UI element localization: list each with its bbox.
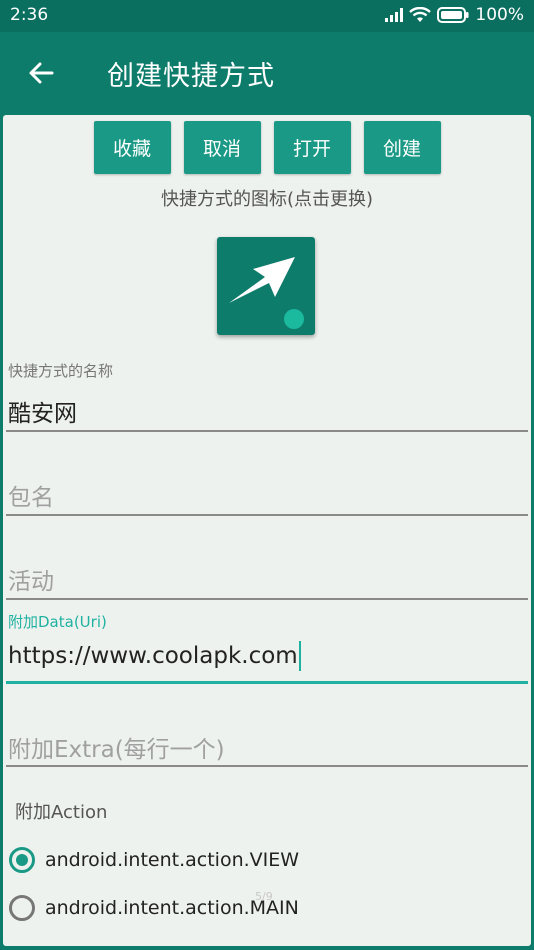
radio-unselected-icon[interactable] xyxy=(9,895,35,921)
action-label: 附加Action xyxy=(15,802,108,823)
extra-field[interactable]: 附加Extra(每行一个) xyxy=(6,722,528,772)
action-option-label: android.intent.action.VIEW xyxy=(45,849,300,871)
activity-field-placeholder[interactable]: 活动 xyxy=(8,562,54,596)
data-uri-field[interactable]: 附加Data(Uri) https://www.coolapk.com xyxy=(6,611,528,689)
status-bar: 2:36 100% xyxy=(0,0,534,32)
action-option-view[interactable]: android.intent.action.VIEW xyxy=(9,847,299,873)
icon-label: 快捷方式的图标(点击更换) xyxy=(160,189,374,210)
status-time: 2:36 xyxy=(10,5,49,25)
app-bar: 创建快捷方式 xyxy=(0,32,534,112)
activity-field[interactable]: 活动 xyxy=(6,555,528,605)
battery-percent: 100% xyxy=(475,5,524,25)
package-field-underline xyxy=(6,514,528,516)
data-uri-field-underline xyxy=(6,681,528,684)
activity-field-underline xyxy=(6,598,528,600)
cancel-button[interactable]: 取消 xyxy=(183,121,261,174)
page-title: 创建快捷方式 xyxy=(107,61,275,92)
status-icons: 100% xyxy=(385,5,524,25)
text-cursor xyxy=(298,641,301,671)
favorite-button[interactable]: 收藏 xyxy=(93,121,171,174)
name-field-value[interactable]: 酷安网 xyxy=(8,394,77,428)
open-button[interactable]: 打开 xyxy=(273,121,351,174)
data-uri-input[interactable]: https://www.coolapk.com xyxy=(8,641,301,671)
name-field[interactable]: 快捷方式的名称 酷安网 xyxy=(6,360,528,435)
name-field-label: 快捷方式的名称 xyxy=(8,362,114,380)
arrow-left-icon xyxy=(29,62,54,84)
extra-field-placeholder[interactable]: 附加Extra(每行一个) xyxy=(8,730,225,764)
action-buttons: 收藏 取消 打开 创建 xyxy=(3,121,531,174)
wifi-icon xyxy=(409,7,432,23)
package-field[interactable]: 包名 xyxy=(6,470,528,520)
create-button[interactable]: 创建 xyxy=(363,121,441,174)
package-field-placeholder[interactable]: 包名 xyxy=(8,478,54,512)
battery-icon xyxy=(437,7,469,23)
signal-icon xyxy=(385,8,404,22)
shortcut-icon-picker[interactable] xyxy=(217,237,315,335)
form-card: 收藏 取消 打开 创建 快捷方式的图标(点击更换) 快捷方式的名称 酷安网 包名… xyxy=(3,115,531,946)
data-uri-field-label: 附加Data(Uri) xyxy=(8,613,107,631)
page-indicator: 5/9 xyxy=(255,890,273,903)
data-uri-field-value[interactable]: https://www.coolapk.com xyxy=(8,643,298,669)
radio-selected-icon[interactable] xyxy=(9,847,35,873)
back-button[interactable] xyxy=(22,54,60,92)
extra-field-underline xyxy=(6,765,528,767)
name-field-underline xyxy=(6,430,528,432)
shortcut-arrow-icon xyxy=(229,257,304,329)
